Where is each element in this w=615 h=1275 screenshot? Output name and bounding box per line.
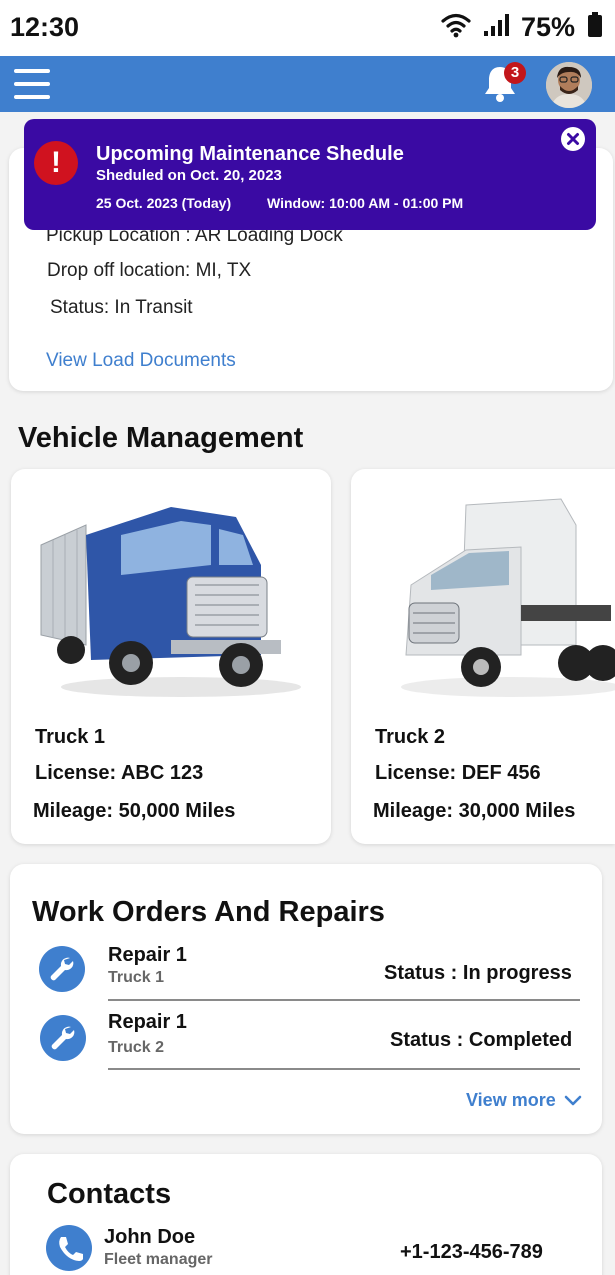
status-icons: 75% [441, 12, 603, 43]
notifications-button[interactable]: 3 [482, 62, 526, 104]
menu-icon[interactable] [14, 69, 50, 99]
contact-name: John Doe [104, 1226, 196, 1248]
work-order-title: Repair 1 [108, 944, 187, 966]
battery-percent: 75% [520, 12, 575, 42]
wrench-icon[interactable] [40, 1015, 86, 1061]
close-icon[interactable] [561, 127, 585, 151]
work-orders-card: Work Orders And Repairs Repair 1 Truck 1… [10, 864, 602, 1134]
truck-license: License: DEF 456 [375, 762, 541, 784]
divider [108, 1068, 580, 1070]
banner-title: Upcoming Maintenance Shedule [96, 143, 404, 165]
contacts-card: Contacts John Doe Fleet manager +1-123-4… [10, 1154, 602, 1275]
phone-icon[interactable] [46, 1225, 92, 1271]
truck-name: Truck 2 [375, 726, 446, 748]
wrench-icon[interactable] [39, 946, 85, 992]
notification-badge: 3 [504, 62, 526, 84]
truck-mileage: Mileage: 50,000 Miles [33, 800, 236, 822]
truck-card-2[interactable]: Truck 2 License: DEF 456 Mileage: 30,000… [351, 469, 615, 844]
battery-icon [587, 12, 603, 43]
work-order-truck: Truck 1 [108, 969, 165, 986]
status-bar: 12:30 75% [0, 0, 615, 56]
signal-icon [483, 13, 509, 42]
work-order-title: Repair 1 [108, 1011, 187, 1033]
truck-1-image [31, 495, 311, 705]
work-order-status: Status : Completed [390, 1029, 573, 1051]
load-status: Status: In Transit [50, 297, 193, 318]
banner-date: 25 Oct. 2023 (Today) [96, 195, 232, 211]
contacts-title: Contacts [47, 1178, 172, 1210]
truck-name: Truck 1 [35, 726, 106, 748]
maintenance-banner: ! Upcoming Maintenance Shedule Sheduled … [24, 119, 596, 230]
alert-icon: ! [34, 141, 78, 185]
truck-mileage: Mileage: 30,000 Miles [373, 800, 576, 822]
contact-phone[interactable]: +1-123-456-789 [400, 1241, 543, 1264]
view-load-documents-link[interactable]: View Load Documents [46, 350, 236, 372]
view-more-label: View more [466, 1090, 556, 1110]
contact-role: Fleet manager [104, 1251, 213, 1268]
divider [108, 999, 580, 1001]
banner-subtitle: Sheduled on Oct. 20, 2023 [96, 167, 282, 184]
avatar[interactable] [546, 62, 592, 108]
dropoff-location: Drop off location: MI, TX [47, 260, 252, 281]
truck-2-image [371, 495, 615, 705]
truck-license: License: ABC 123 [35, 762, 204, 784]
truck-card-1[interactable]: Truck 1 License: ABC 123 Mileage: 50,000… [11, 469, 331, 844]
view-more-button[interactable]: View more [466, 1090, 582, 1111]
status-time: 12:30 [10, 12, 80, 42]
work-orders-title: Work Orders And Repairs [32, 896, 385, 928]
wifi-icon [441, 12, 471, 43]
work-order-truck: Truck 2 [108, 1039, 165, 1056]
app-bar: 3 [0, 56, 615, 112]
vehicle-management-title: Vehicle Management [18, 422, 304, 454]
banner-window: Window: 10:00 AM - 01:00 PM [267, 195, 464, 211]
work-order-status: Status : In progress [384, 962, 572, 984]
chevron-down-icon [564, 1095, 582, 1105]
